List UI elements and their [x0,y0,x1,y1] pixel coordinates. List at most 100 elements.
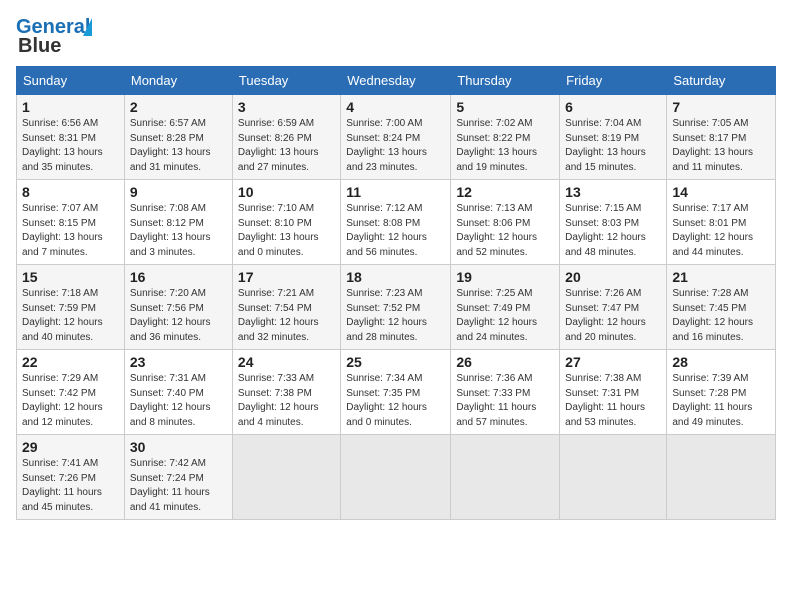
day-number: 29 [22,439,119,455]
day-info: Sunrise: 6:59 AMSunset: 8:26 PMDaylight:… [238,117,335,175]
day-info: Sunrise: 7:36 AMSunset: 7:33 PMDaylight:… [456,372,554,430]
weekday-header-monday: Monday [124,67,232,95]
calendar-cell: 1 Sunrise: 6:56 AMSunset: 8:31 PMDaylight… [17,95,125,180]
day-info: Sunrise: 7:18 AMSunset: 7:59 PMDaylight:… [22,287,119,345]
weekday-header-sunday: Sunday [17,67,125,95]
day-info: Sunrise: 7:25 AMSunset: 7:49 PMDaylight:… [456,287,554,345]
day-info: Sunrise: 7:21 AMSunset: 7:54 PMDaylight:… [238,287,335,345]
day-info: Sunrise: 7:34 AMSunset: 7:35 PMDaylight:… [346,372,445,430]
calendar-body: 1 Sunrise: 6:56 AMSunset: 8:31 PMDaylight… [17,95,776,520]
logo: General Blue [16,16,90,58]
calendar-cell: 7 Sunrise: 7:05 AMSunset: 8:17 PMDaylight… [667,95,776,180]
calendar-cell: 11 Sunrise: 7:12 AMSunset: 8:08 PMDayligh… [341,180,451,265]
calendar-cell: 19 Sunrise: 7:25 AMSunset: 7:49 PMDayligh… [451,265,560,350]
calendar-cell: 5Sunrise: 7:02 AMSunset: 8:22 PMDaylight… [451,95,560,180]
day-info: Sunrise: 7:31 AMSunset: 7:40 PMDaylight:… [130,372,227,430]
calendar-cell: 27Sunrise: 7:38 AMSunset: 7:31 PMDayligh… [560,350,667,435]
weekday-header-wednesday: Wednesday [341,67,451,95]
calendar-cell [232,435,340,520]
day-number: 2 [130,99,227,115]
day-info: Sunrise: 7:28 AMSunset: 7:45 PMDaylight:… [672,287,770,345]
calendar-cell: 2 Sunrise: 6:57 AMSunset: 8:28 PMDaylight… [124,95,232,180]
calendar-cell: 30Sunrise: 7:42 AMSunset: 7:24 PMDayligh… [124,435,232,520]
day-info: Sunrise: 7:12 AMSunset: 8:08 PMDaylight:… [346,202,445,260]
day-number: 27 [565,354,661,370]
day-number: 23 [130,354,227,370]
day-info: Sunrise: 7:15 AMSunset: 8:03 PMDaylight:… [565,202,661,260]
day-info: Sunrise: 7:20 AMSunset: 7:56 PMDaylight:… [130,287,227,345]
calendar-cell: 20 Sunrise: 7:26 AMSunset: 7:47 PMDayligh… [560,265,667,350]
calendar-table: SundayMondayTuesdayWednesdayThursdayFrid… [16,66,776,520]
day-info: Sunrise: 7:23 AMSunset: 7:52 PMDaylight:… [346,287,445,345]
calendar-cell [560,435,667,520]
day-number: 25 [346,354,445,370]
calendar-cell: 17Sunrise: 7:21 AMSunset: 7:54 PMDayligh… [232,265,340,350]
day-number: 14 [672,184,770,200]
calendar-cell: 18 Sunrise: 7:23 AMSunset: 7:52 PMDayligh… [341,265,451,350]
day-number: 1 [22,99,119,115]
calendar-cell: 23 Sunrise: 7:31 AMSunset: 7:40 PMDayligh… [124,350,232,435]
calendar-cell: 6 Sunrise: 7:04 AMSunset: 8:19 PMDaylight… [560,95,667,180]
calendar-week-1: 1 Sunrise: 6:56 AMSunset: 8:31 PMDaylight… [17,95,776,180]
day-info: Sunrise: 7:41 AMSunset: 7:26 PMDaylight:… [22,457,119,515]
calendar-cell: 10 Sunrise: 7:10 AMSunset: 8:10 PMDayligh… [232,180,340,265]
day-info: Sunrise: 7:05 AMSunset: 8:17 PMDaylight:… [672,117,770,175]
weekday-header-tuesday: Tuesday [232,67,340,95]
day-number: 7 [672,99,770,115]
day-number: 20 [565,269,661,285]
day-number: 10 [238,184,335,200]
calendar-cell: 28 Sunrise: 7:39 AMSunset: 7:28 PMDayligh… [667,350,776,435]
calendar-cell [667,435,776,520]
logo-general: General [16,16,90,38]
day-number: 26 [456,354,554,370]
calendar-cell: 15 Sunrise: 7:18 AMSunset: 7:59 PMDayligh… [17,265,125,350]
day-number: 5 [456,99,554,115]
day-number: 8 [22,184,119,200]
day-info: Sunrise: 7:42 AMSunset: 7:24 PMDaylight:… [130,457,227,515]
day-info: Sunrise: 7:39 AMSunset: 7:28 PMDaylight:… [672,372,770,430]
day-number: 6 [565,99,661,115]
calendar-cell: 29 Sunrise: 7:41 AMSunset: 7:26 PMDayligh… [17,435,125,520]
day-info: Sunrise: 6:56 AMSunset: 8:31 PMDaylight:… [22,117,119,175]
day-number: 24 [238,354,335,370]
calendar-week-4: 22 Sunrise: 7:29 AMSunset: 7:42 PMDayligh… [17,350,776,435]
calendar-cell [451,435,560,520]
calendar-cell: 22 Sunrise: 7:29 AMSunset: 7:42 PMDayligh… [17,350,125,435]
day-number: 22 [22,354,119,370]
calendar-cell: 14 Sunrise: 7:17 AMSunset: 8:01 PMDayligh… [667,180,776,265]
day-info: Sunrise: 7:29 AMSunset: 7:42 PMDaylight:… [22,372,119,430]
day-info: Sunrise: 7:07 AMSunset: 8:15 PMDaylight:… [22,202,119,260]
calendar-cell [341,435,451,520]
day-info: Sunrise: 7:08 AMSunset: 8:12 PMDaylight:… [130,202,227,260]
day-info: Sunrise: 7:10 AMSunset: 8:10 PMDaylight:… [238,202,335,260]
calendar-cell: 4 Sunrise: 7:00 AMSunset: 8:24 PMDaylight… [341,95,451,180]
calendar-cell: 9 Sunrise: 7:08 AMSunset: 8:12 PMDaylight… [124,180,232,265]
day-number: 16 [130,269,227,285]
page-header: General Blue [16,16,776,58]
calendar-cell: 25 Sunrise: 7:34 AMSunset: 7:35 PMDayligh… [341,350,451,435]
logo-triangle-icon [83,18,92,36]
day-number: 19 [456,269,554,285]
day-info: Sunrise: 7:17 AMSunset: 8:01 PMDaylight:… [672,202,770,260]
day-number: 3 [238,99,335,115]
calendar-week-3: 15 Sunrise: 7:18 AMSunset: 7:59 PMDayligh… [17,265,776,350]
weekday-header-saturday: Saturday [667,67,776,95]
day-info: Sunrise: 7:00 AMSunset: 8:24 PMDaylight:… [346,117,445,175]
day-number: 11 [346,184,445,200]
day-number: 28 [672,354,770,370]
calendar-cell: 13 Sunrise: 7:15 AMSunset: 8:03 PMDayligh… [560,180,667,265]
day-number: 15 [22,269,119,285]
calendar-cell: 16 Sunrise: 7:20 AMSunset: 7:56 PMDayligh… [124,265,232,350]
day-number: 13 [565,184,661,200]
calendar-cell: 24Sunrise: 7:33 AMSunset: 7:38 PMDayligh… [232,350,340,435]
day-info: Sunrise: 7:26 AMSunset: 7:47 PMDaylight:… [565,287,661,345]
calendar-cell: 3 Sunrise: 6:59 AMSunset: 8:26 PMDaylight… [232,95,340,180]
day-number: 18 [346,269,445,285]
day-number: 12 [456,184,554,200]
day-number: 9 [130,184,227,200]
day-number: 4 [346,99,445,115]
calendar-cell: 12Sunrise: 7:13 AMSunset: 8:06 PMDayligh… [451,180,560,265]
day-info: Sunrise: 6:57 AMSunset: 8:28 PMDaylight:… [130,117,227,175]
calendar-cell: 8 Sunrise: 7:07 AMSunset: 8:15 PMDaylight… [17,180,125,265]
day-info: Sunrise: 7:04 AMSunset: 8:19 PMDaylight:… [565,117,661,175]
